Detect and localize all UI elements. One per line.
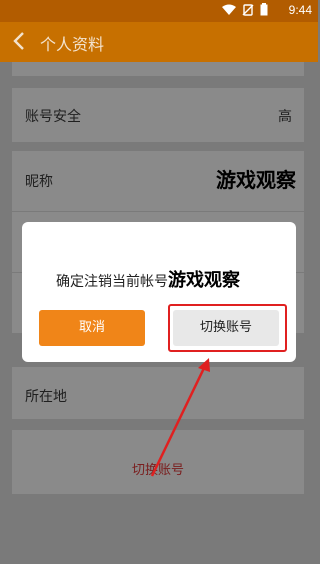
- dialog-message-text: 确定注销当前帐号: [56, 274, 168, 290]
- location-label: 所在地: [25, 389, 67, 405]
- switch-account-bottom-label: 切换账号: [131, 463, 184, 478]
- highlight-box: [168, 304, 287, 352]
- profile-row-security[interactable]: 账号安全 高: [12, 88, 304, 142]
- cancel-button[interactable]: 取消: [39, 310, 145, 346]
- dialog-message-overlay: 游戏观察: [168, 270, 240, 291]
- security-label: 账号安全: [25, 109, 81, 125]
- watermark-text: 游戏观察: [216, 168, 296, 192]
- status-icons: [222, 3, 268, 16]
- status-bar: 9:44: [0, 0, 318, 22]
- nickname-label: 昵称: [25, 174, 53, 190]
- security-value: 高: [278, 109, 292, 125]
- no-sim-icon: [242, 3, 254, 16]
- switch-account-bottom-button[interactable]: 切换账号: [12, 443, 304, 494]
- wifi-icon: [222, 4, 236, 15]
- profile-row-location[interactable]: 所在地: [12, 367, 304, 419]
- battery-icon: [260, 3, 268, 16]
- app-bar: 个人资料: [0, 22, 318, 62]
- dialog-message: 确定注销当前帐号游戏观察: [56, 266, 240, 292]
- status-time: 9:44: [288, 3, 312, 17]
- profile-row-top: [12, 62, 304, 76]
- page-title: 个人资料: [40, 35, 105, 54]
- back-arrow-icon[interactable]: [10, 30, 28, 52]
